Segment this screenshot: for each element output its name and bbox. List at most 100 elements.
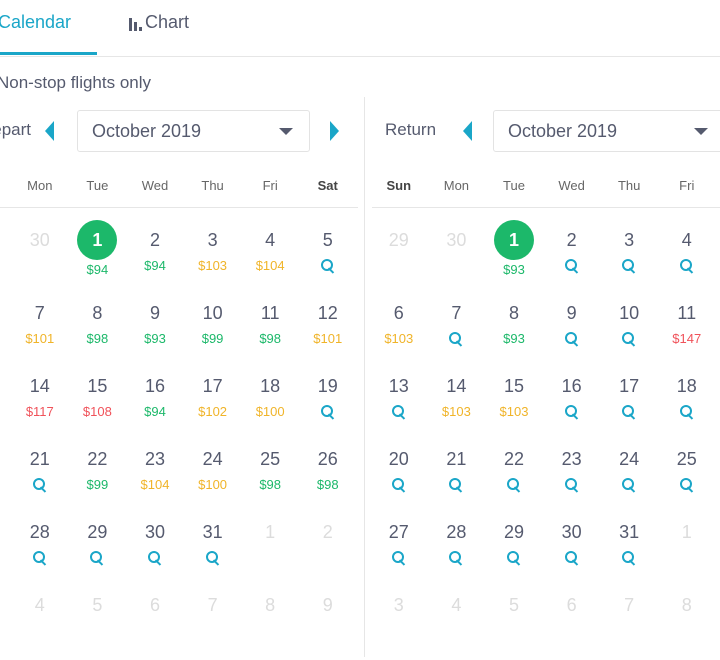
day-cell[interactable]: 2 — [543, 222, 601, 295]
day-cell[interactable]: 21 — [428, 441, 486, 514]
search-icon[interactable] — [564, 477, 580, 493]
day-cell[interactable]: 15 $108 — [69, 368, 127, 441]
day-cell[interactable]: 1 $94 — [69, 220, 127, 295]
day-cell[interactable]: 23 — [543, 441, 601, 514]
search-icon[interactable] — [679, 404, 695, 420]
day-cell[interactable]: 20 — [370, 441, 428, 514]
tab-chart-label: Chart — [145, 12, 190, 32]
search-icon[interactable] — [32, 550, 48, 566]
day-cell[interactable]: 22 $99 — [69, 441, 127, 514]
search-icon[interactable] — [621, 477, 637, 493]
day-cell[interactable]: 9 $93 — [126, 295, 184, 368]
day-cell[interactable]: 24 $100 — [184, 441, 242, 514]
search-icon[interactable] — [147, 550, 163, 566]
day-cell[interactable]: 8 $93 — [485, 295, 543, 368]
weekday-mon: Mon — [27, 178, 53, 193]
search-icon[interactable] — [506, 477, 522, 493]
day-cell[interactable]: 18 $100 — [241, 368, 299, 441]
day-cell[interactable]: 27 — [370, 514, 428, 587]
day-cell[interactable]: 25 — [658, 441, 716, 514]
day-cell[interactable]: 1 $93 — [485, 220, 543, 295]
day-cell[interactable]: 18 — [658, 368, 716, 441]
day-cell[interactable]: 29 — [69, 514, 127, 587]
day-cell[interactable]: 16 — [543, 368, 601, 441]
day-price: $100 — [198, 477, 228, 492]
day-number: 5 — [322, 230, 333, 250]
day-cell[interactable]: 11 $147 — [658, 295, 716, 368]
day-cell[interactable]: 30 — [543, 514, 601, 587]
day-cell[interactable]: 13 — [370, 368, 428, 441]
search-icon[interactable] — [564, 331, 580, 347]
day-cell[interactable]: 8 $98 — [69, 295, 127, 368]
day-cell[interactable]: 25 $98 — [241, 441, 299, 514]
day-cell[interactable]: 14 $103 — [428, 368, 486, 441]
day-number: 11 — [260, 303, 280, 323]
tab-chart[interactable]: Chart — [128, 12, 189, 56]
search-icon[interactable] — [621, 550, 637, 566]
day-cell[interactable]: 7 $101 — [11, 295, 69, 368]
search-icon[interactable] — [448, 550, 464, 566]
day-cell[interactable]: 19 — [299, 368, 357, 441]
day-cell[interactable]: 11 $98 — [241, 295, 299, 368]
search-icon[interactable] — [205, 550, 221, 566]
day-cell[interactable]: 4 — [658, 222, 716, 295]
day-cell[interactable]: 29 — [485, 514, 543, 587]
day-cell[interactable]: 22 — [485, 441, 543, 514]
day-cell[interactable]: 6 $103 — [370, 295, 428, 368]
search-icon[interactable] — [564, 404, 580, 420]
search-icon[interactable] — [448, 477, 464, 493]
search-icon[interactable] — [391, 404, 407, 420]
day-cell[interactable]: 10 — [600, 295, 658, 368]
search-icon[interactable] — [679, 258, 695, 274]
day-cell[interactable]: 31 — [184, 514, 242, 587]
day-cell[interactable]: 15 $103 — [485, 368, 543, 441]
day-cell[interactable]: 2 $94 — [126, 222, 184, 295]
search-icon[interactable] — [506, 550, 522, 566]
search-icon[interactable] — [621, 258, 637, 274]
return-month-select[interactable]: October 2019 — [493, 110, 720, 152]
day-cell[interactable]: 12 $101 — [299, 295, 357, 368]
day-cell[interactable]: 26 $98 — [299, 441, 357, 514]
day-cell[interactable]: 9 — [543, 295, 601, 368]
search-icon[interactable] — [679, 477, 695, 493]
day-cell[interactable]: 30 — [126, 514, 184, 587]
search-icon[interactable] — [621, 404, 637, 420]
tab-calendar[interactable]: Calendar — [0, 12, 71, 56]
day-cell[interactable]: 7 — [428, 295, 486, 368]
day-cell[interactable]: 4 $104 — [241, 222, 299, 295]
return-prev-month-button[interactable] — [463, 121, 472, 141]
day-cell[interactable]: 17 — [600, 368, 658, 441]
day-cell[interactable]: 3 — [600, 222, 658, 295]
search-icon[interactable] — [89, 550, 105, 566]
day-cell[interactable]: 17 $102 — [184, 368, 242, 441]
search-icon[interactable] — [32, 477, 48, 493]
search-icon[interactable] — [391, 477, 407, 493]
depart-prev-month-button[interactable] — [45, 121, 54, 141]
day-number: 17 — [619, 376, 640, 396]
day-cell[interactable]: 14 $117 — [11, 368, 69, 441]
depart-next-month-button[interactable] — [330, 121, 339, 141]
day-cell[interactable]: 10 $99 — [184, 295, 242, 368]
depart-month-select[interactable]: October 2019 — [77, 110, 310, 152]
day-cell[interactable]: 16 $94 — [126, 368, 184, 441]
day-number: 4 — [265, 230, 276, 250]
day-cell[interactable]: 21 — [11, 441, 69, 514]
day-number: 28 — [446, 522, 467, 542]
search-icon[interactable] — [564, 258, 580, 274]
day-cell[interactable]: 3 $103 — [184, 222, 242, 295]
search-icon[interactable] — [391, 550, 407, 566]
day-cell[interactable]: 31 — [600, 514, 658, 587]
search-icon[interactable] — [448, 331, 464, 347]
search-icon[interactable] — [564, 550, 580, 566]
search-icon[interactable] — [320, 404, 336, 420]
nonstop-filter[interactable]: Non-stop flights only — [0, 73, 151, 93]
search-icon[interactable] — [320, 258, 336, 274]
day-number: 14 — [29, 376, 50, 396]
day-cell[interactable]: 23 $104 — [126, 441, 184, 514]
day-price: $103 — [441, 404, 471, 419]
search-icon[interactable] — [621, 331, 637, 347]
day-cell[interactable]: 28 — [11, 514, 69, 587]
day-cell[interactable]: 5 — [299, 222, 357, 295]
day-cell[interactable]: 24 — [600, 441, 658, 514]
day-cell[interactable]: 28 — [428, 514, 486, 587]
